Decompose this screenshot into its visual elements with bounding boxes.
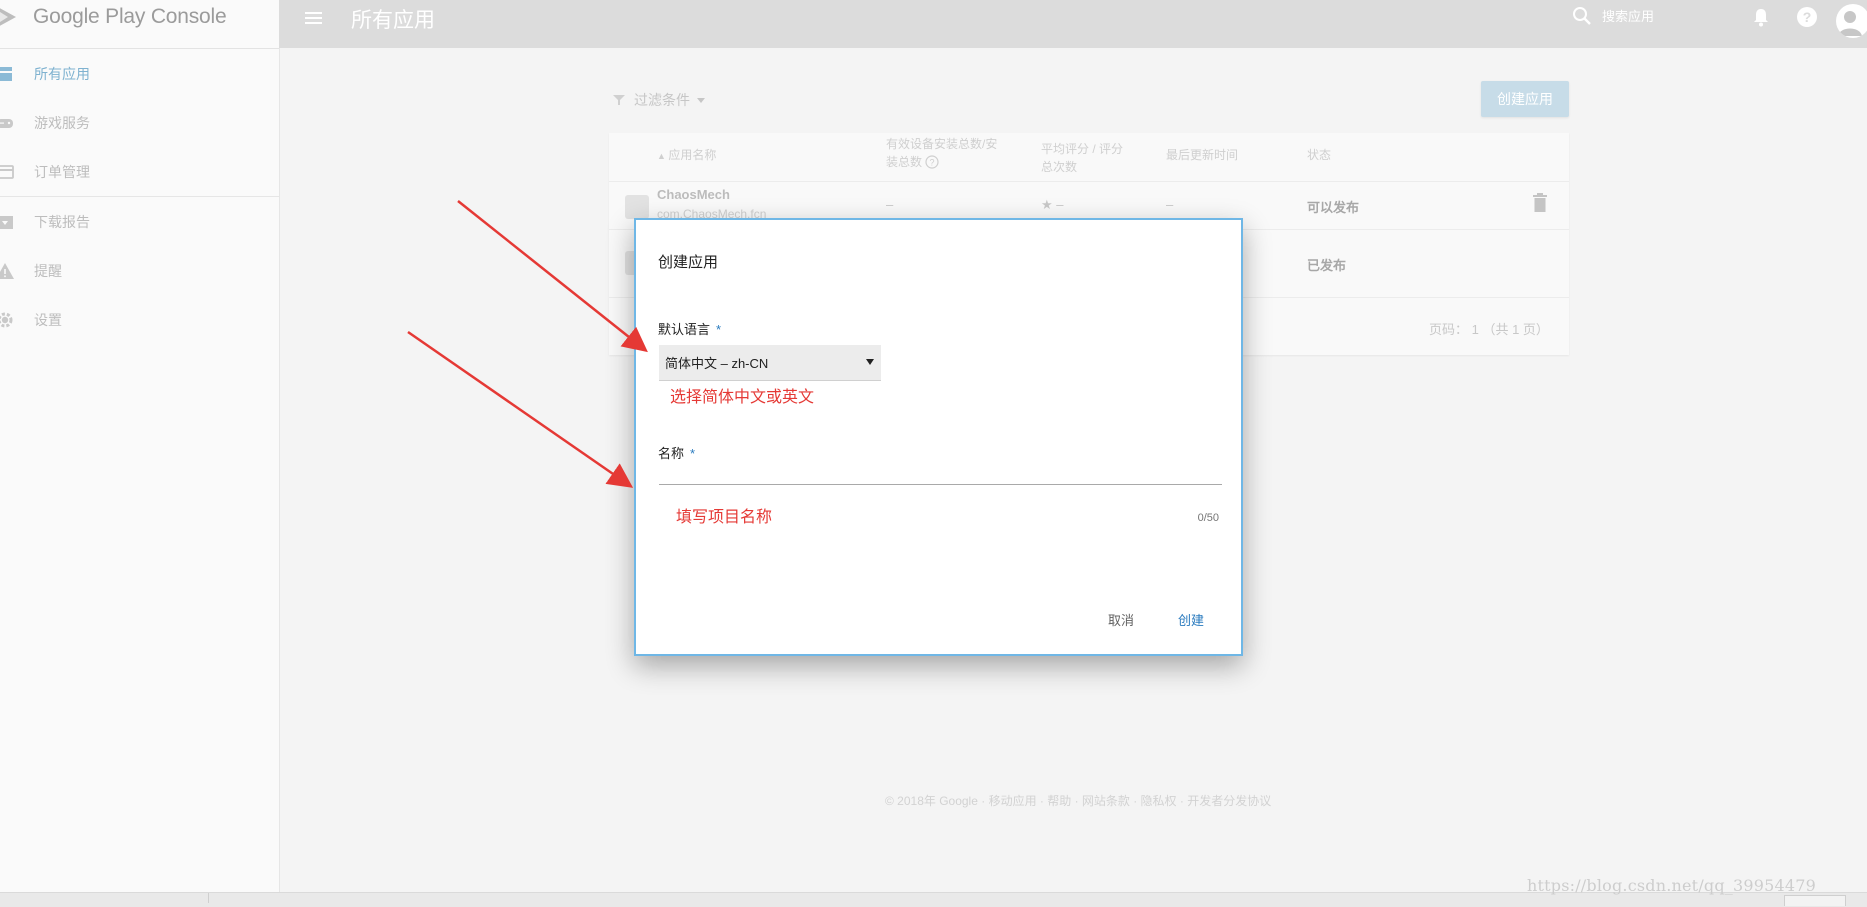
svg-text:?: ? bbox=[1803, 9, 1812, 25]
app-last-updated: – bbox=[1166, 197, 1174, 212]
sidebar-item-label: 订单管理 bbox=[34, 163, 90, 180]
gamepad-icon bbox=[0, 112, 16, 134]
sidebar-item-label: 提醒 bbox=[34, 262, 62, 279]
sidebar-item-orders[interactable]: 订单管理 bbox=[0, 147, 279, 197]
column-header-last-updated: 最后更新时间 bbox=[1166, 148, 1239, 162]
credit-card-icon bbox=[0, 161, 16, 183]
sidebar-item-game-services[interactable]: 游戏服务 bbox=[0, 98, 279, 147]
app-rating: ★ – bbox=[1041, 197, 1064, 212]
footer-links[interactable]: © 2018年 Google · 移动应用 · 帮助 · 网站条款 · 隐私权 … bbox=[885, 792, 1271, 809]
sidebar-item-label: 所有应用 bbox=[34, 65, 90, 82]
sidebar-item-label: 设置 bbox=[34, 311, 62, 328]
help-circle-icon[interactable]: ? bbox=[925, 155, 939, 169]
language-select-value: 简体中文 – zh-CN bbox=[665, 356, 769, 371]
required-mark: * bbox=[716, 322, 722, 337]
app-name-input[interactable] bbox=[659, 454, 1222, 485]
dialog-title: 创建应用 bbox=[658, 254, 719, 271]
top-bar: 所有应用 搜索应用 ? bbox=[279, 0, 1867, 48]
warning-icon bbox=[0, 260, 16, 282]
pagination: 页码： 1 （共 1 页） bbox=[1429, 322, 1549, 337]
column-header-status: 状态 bbox=[1307, 148, 1332, 162]
annotation-language-hint: 选择简体中文或英文 bbox=[670, 389, 815, 406]
character-counter: 0/50 bbox=[1197, 512, 1219, 524]
arrow-to-name-input bbox=[407, 330, 634, 488]
brand[interactable]: Google Play Console bbox=[0, 0, 279, 49]
hamburger-menu-icon[interactable] bbox=[304, 8, 324, 28]
dropdown-arrow-icon bbox=[866, 359, 874, 365]
app-icon bbox=[625, 195, 649, 219]
sidebar-item-label: 游戏服务 bbox=[34, 114, 90, 131]
divider bbox=[609, 181, 1569, 182]
play-console-logo bbox=[0, 8, 16, 26]
sidebar-item-label: 下载报告 bbox=[34, 213, 90, 230]
scroll-control[interactable] bbox=[1784, 895, 1846, 906]
language-label: 默认语言 * bbox=[658, 322, 722, 337]
column-header-rating: 平均评分 / 评分总次数 bbox=[1041, 142, 1124, 174]
divider bbox=[208, 893, 209, 903]
filter-icon bbox=[613, 95, 625, 105]
app-status: 已发布 bbox=[1307, 258, 1347, 273]
download-report-icon bbox=[0, 211, 16, 233]
sidebar: Google Play Console 所有应用 游戏服务 订单管理 下载报告 bbox=[0, 0, 280, 892]
watermark: https://blog.csdn.net/qq_39954479 bbox=[1527, 876, 1817, 895]
brand-name: Google Play Console bbox=[33, 4, 227, 28]
sidebar-item-all-apps[interactable]: 所有应用 bbox=[0, 49, 279, 98]
app-name[interactable]: ChaosMech bbox=[657, 187, 730, 202]
sidebar-item-download-reports[interactable]: 下载报告 bbox=[0, 197, 279, 246]
sidebar-item-alerts[interactable]: 提醒 bbox=[0, 246, 279, 295]
filter-dropdown[interactable]: 过滤条件 bbox=[612, 90, 706, 110]
column-header-installs: 有效设备安装总数/安装总数 ? bbox=[886, 137, 998, 169]
sidebar-item-settings[interactable]: 设置 bbox=[0, 295, 279, 344]
sort-asc-icon: ▲ bbox=[657, 151, 669, 161]
account-icon bbox=[1838, 11, 1862, 36]
search-icon[interactable] bbox=[1571, 5, 1593, 27]
create-app-button[interactable]: 创建应用 bbox=[1481, 81, 1569, 117]
help-icon[interactable]: ? bbox=[1795, 5, 1819, 29]
filter-label: 过滤条件 bbox=[634, 92, 690, 108]
chevron-down-icon bbox=[697, 98, 705, 103]
bell-icon[interactable] bbox=[1751, 6, 1771, 28]
trash-icon[interactable] bbox=[1532, 193, 1548, 213]
avatar[interactable] bbox=[1836, 4, 1867, 38]
app-installs: – bbox=[886, 197, 894, 212]
sidebar-nav: 所有应用 游戏服务 订单管理 下载报告 提醒 设置 bbox=[0, 49, 279, 344]
svg-text:?: ? bbox=[930, 158, 935, 168]
apps-icon bbox=[0, 63, 16, 85]
create-button[interactable]: 创建 bbox=[1170, 606, 1212, 633]
column-header-app-name[interactable]: ▲ 应用名称 bbox=[657, 146, 716, 165]
language-select[interactable]: 简体中文 – zh-CN bbox=[659, 345, 881, 381]
gear-icon bbox=[0, 309, 16, 331]
app-status: 可以发布 bbox=[1307, 200, 1360, 215]
create-app-dialog: 创建应用 默认语言 * 简体中文 – zh-CN 选择简体中文或英文 名称 * 0/… bbox=[634, 218, 1243, 656]
page-title: 所有应用 bbox=[351, 9, 435, 32]
search-input[interactable]: 搜索应用 bbox=[1602, 6, 1654, 25]
annotation-name-hint: 填写项目名称 bbox=[676, 509, 773, 526]
cancel-button[interactable]: 取消 bbox=[1100, 606, 1142, 633]
